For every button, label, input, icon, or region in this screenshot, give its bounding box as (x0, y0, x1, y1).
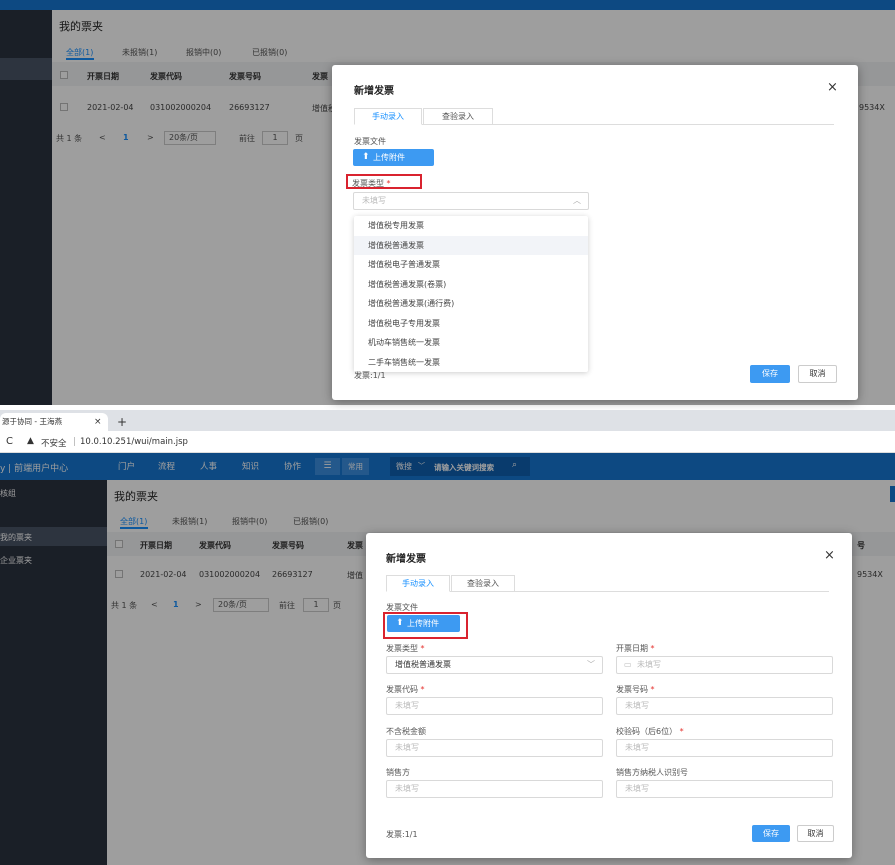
close-icon[interactable]: × (824, 548, 835, 563)
seller-field[interactable]: 未填写 (386, 780, 603, 798)
add-invoice-modal: 新增发票 × 手动录入 查验录入 发票文件 ⬆ 上传附件 发票类型 * 未填写 … (332, 65, 858, 400)
calendar-icon: ▭ (624, 660, 632, 669)
seller-tax-id-field[interactable]: 未填写 (616, 780, 833, 798)
invoice-type-select[interactable]: 未填写 ︿ (353, 192, 589, 210)
option-vat-normal-roll[interactable]: 增值税普通发票(卷票) (354, 275, 588, 295)
invoice-type-select[interactable]: 增值税普通发票 ﹀ (386, 656, 603, 674)
check-code-field[interactable]: 未填写 (616, 739, 833, 757)
save-button[interactable]: 保存 (752, 825, 790, 842)
modal-title: 新增发票 (354, 86, 394, 97)
cancel-button[interactable]: 取消 (797, 825, 834, 842)
amount-excl-tax-field[interactable]: 未填写 (386, 739, 603, 757)
upload-icon: ⬆ (362, 152, 370, 162)
highlight-box-upload (383, 612, 468, 639)
modal-title: 新增发票 (386, 554, 426, 565)
highlight-box-type-label (346, 174, 422, 189)
chevron-down-icon: ﹀ (587, 660, 595, 669)
cancel-button[interactable]: 取消 (798, 365, 837, 383)
invoice-count: 发票:1/1 (386, 830, 418, 839)
close-tab-icon[interactable]: × (94, 413, 102, 431)
invoice-count: 发票:1/1 (354, 371, 386, 380)
option-vat-electronic-special[interactable]: 增值税电子专用发票 (354, 314, 588, 334)
url-text[interactable]: 10.0.10.251/wui/main.jsp (80, 437, 188, 447)
security-label: 不安全 (41, 439, 67, 449)
browser-tab[interactable]: 源于协同 - 王海燕 × (0, 413, 108, 431)
browser-tab-bar (0, 410, 895, 431)
invoice-number-field[interactable]: 未填写 (616, 697, 833, 715)
chevron-up-icon: ︿ (573, 196, 581, 205)
invoice-date-field[interactable]: ▭ 未填写 (616, 656, 833, 674)
tab-verify-entry[interactable]: 查验录入 (423, 108, 493, 125)
add-invoice-modal: 新增发票 × 手动录入 查验录入 发票文件 ⬆ 上传附件 发票类型 * 增值税普… (366, 533, 852, 858)
file-label: 发票文件 (354, 137, 386, 146)
invoice-code-field[interactable]: 未填写 (386, 697, 603, 715)
new-tab-button[interactable]: + (117, 415, 127, 429)
tab-manual-entry[interactable]: 手动录入 (386, 575, 450, 592)
option-vat-electronic-normal[interactable]: 增值税电子普通发票 (354, 255, 588, 275)
upload-button[interactable]: ⬆ 上传附件 (353, 149, 434, 166)
option-used-car[interactable]: 二手车销售统一发票 (354, 353, 588, 373)
warning-icon: ▲ (27, 436, 34, 446)
option-vat-normal-toll[interactable]: 增值税普通发票(通行费) (354, 294, 588, 314)
option-motor-vehicle[interactable]: 机动车销售统一发票 (354, 333, 588, 353)
option-vat-normal[interactable]: 增值税普通发票 (354, 235, 588, 255)
save-button[interactable]: 保存 (750, 365, 790, 383)
invoice-type-dropdown: 增值税专用发票 增值税普通发票 增值税电子普通发票 增值税普通发票(卷票) 增值… (354, 216, 588, 372)
tab-verify-entry[interactable]: 查验录入 (451, 575, 515, 592)
close-icon[interactable]: × (827, 80, 838, 95)
reload-icon[interactable]: C (6, 436, 13, 447)
tab-manual-entry[interactable]: 手动录入 (354, 108, 422, 125)
option-vat-special[interactable]: 增值税专用发票 (354, 216, 588, 236)
address-bar: C ▲ 不安全 | 10.0.10.251/wui/main.jsp (0, 431, 895, 453)
